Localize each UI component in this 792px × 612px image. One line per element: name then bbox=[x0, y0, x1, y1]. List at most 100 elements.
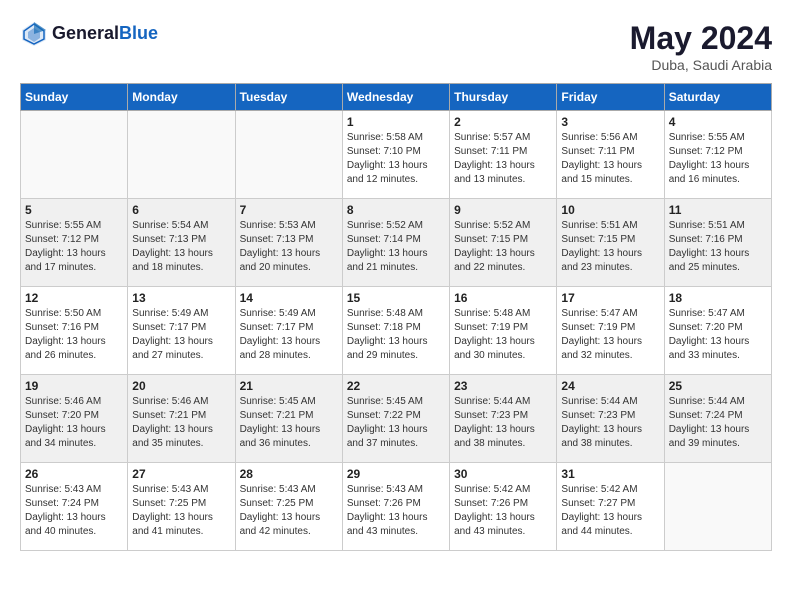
calendar-cell: 19Sunrise: 5:46 AM Sunset: 7:20 PM Dayli… bbox=[21, 375, 128, 463]
cell-info: Sunrise: 5:55 AM Sunset: 7:12 PM Dayligh… bbox=[25, 219, 123, 275]
calendar-cell: 26 Sunrise: 5:43 AM Sunset: 7:24 PM Dayli… bbox=[21, 463, 128, 551]
calendar-cell: 18 Sunrise: 5:47 AM Sunset: 7:20 PM Dayli… bbox=[664, 287, 771, 375]
cell-info: Sunrise: 5:56 AM Sunset: 7:11 PM Dayligh… bbox=[561, 131, 659, 187]
calendar-cell bbox=[664, 463, 771, 551]
calendar-cell: 20 Sunrise: 5:46 AM Sunset: 7:21 PM Dayli… bbox=[128, 375, 235, 463]
calendar-cell: 4Sunrise: 5:55 AM Sunset: 7:12 PM Daylig… bbox=[664, 111, 771, 199]
cell-info: Sunrise: 5:48 AM Sunset: 7:18 PM Dayligh… bbox=[347, 307, 445, 363]
calendar-week-1: 1 Sunrise: 5:58 AM Sunset: 7:10 PM Daylig… bbox=[21, 111, 772, 199]
header-row: Sunday Monday Tuesday Wednesday Thursday… bbox=[21, 84, 772, 111]
day-number: 2 bbox=[454, 115, 552, 129]
cell-info: Sunrise: 5:43 AM Sunset: 7:24 PM Dayligh… bbox=[25, 483, 123, 539]
logo-text: GeneralBlue bbox=[52, 24, 158, 44]
day-number: 16 bbox=[454, 291, 552, 305]
cell-info: Sunrise: 5:44 AM Sunset: 7:23 PM Dayligh… bbox=[561, 395, 659, 451]
cell-info: Sunrise: 5:47 AM Sunset: 7:20 PM Dayligh… bbox=[669, 307, 767, 363]
logo-general-text: GeneralBlue bbox=[52, 24, 158, 44]
calendar-week-3: 12 Sunrise: 5:50 AM Sunset: 7:16 PM Dayli… bbox=[21, 287, 772, 375]
calendar-cell: 13 Sunrise: 5:49 AM Sunset: 7:17 PM Dayli… bbox=[128, 287, 235, 375]
calendar-cell: 17 Sunrise: 5:47 AM Sunset: 7:19 PM Dayli… bbox=[557, 287, 664, 375]
day-number: 7 bbox=[240, 203, 338, 217]
cell-info: Sunrise: 5:55 AM Sunset: 7:12 PM Dayligh… bbox=[669, 131, 767, 187]
calendar-cell: 24Sunrise: 5:44 AM Sunset: 7:23 PM Dayli… bbox=[557, 375, 664, 463]
calendar-cell bbox=[21, 111, 128, 199]
day-number: 13 bbox=[132, 291, 230, 305]
cell-info: Sunrise: 5:43 AM Sunset: 7:25 PM Dayligh… bbox=[132, 483, 230, 539]
location: Duba, Saudi Arabia bbox=[630, 57, 772, 73]
day-number: 21 bbox=[240, 379, 338, 393]
day-number: 25 bbox=[669, 379, 767, 393]
calendar-cell: 11Sunrise: 5:51 AM Sunset: 7:16 PM Dayli… bbox=[664, 199, 771, 287]
calendar-cell: 28 Sunrise: 5:43 AM Sunset: 7:25 PM Dayli… bbox=[235, 463, 342, 551]
calendar-cell: 15 Sunrise: 5:48 AM Sunset: 7:18 PM Dayli… bbox=[342, 287, 449, 375]
cell-info: Sunrise: 5:49 AM Sunset: 7:17 PM Dayligh… bbox=[132, 307, 230, 363]
cell-info: Sunrise: 5:57 AM Sunset: 7:11 PM Dayligh… bbox=[454, 131, 552, 187]
cell-info: Sunrise: 5:46 AM Sunset: 7:21 PM Dayligh… bbox=[132, 395, 230, 451]
calendar-cell: 3 Sunrise: 5:56 AM Sunset: 7:11 PM Daylig… bbox=[557, 111, 664, 199]
cell-info: Sunrise: 5:51 AM Sunset: 7:15 PM Dayligh… bbox=[561, 219, 659, 275]
calendar-cell bbox=[235, 111, 342, 199]
col-saturday: Saturday bbox=[664, 84, 771, 111]
calendar-cell: 1 Sunrise: 5:58 AM Sunset: 7:10 PM Daylig… bbox=[342, 111, 449, 199]
title-area: May 2024 Duba, Saudi Arabia bbox=[630, 20, 772, 73]
cell-info: Sunrise: 5:45 AM Sunset: 7:22 PM Dayligh… bbox=[347, 395, 445, 451]
logo-icon bbox=[20, 20, 48, 48]
day-number: 5 bbox=[25, 203, 123, 217]
cell-info: Sunrise: 5:52 AM Sunset: 7:14 PM Dayligh… bbox=[347, 219, 445, 275]
cell-info: Sunrise: 5:45 AM Sunset: 7:21 PM Dayligh… bbox=[240, 395, 338, 451]
cell-info: Sunrise: 5:43 AM Sunset: 7:25 PM Dayligh… bbox=[240, 483, 338, 539]
cell-info: Sunrise: 5:47 AM Sunset: 7:19 PM Dayligh… bbox=[561, 307, 659, 363]
calendar-cell: 29 Sunrise: 5:43 AM Sunset: 7:26 PM Dayli… bbox=[342, 463, 449, 551]
calendar-cell: 9Sunrise: 5:52 AM Sunset: 7:15 PM Daylig… bbox=[450, 199, 557, 287]
calendar-cell: 12 Sunrise: 5:50 AM Sunset: 7:16 PM Dayli… bbox=[21, 287, 128, 375]
calendar-cell: 7 Sunrise: 5:53 AM Sunset: 7:13 PM Daylig… bbox=[235, 199, 342, 287]
col-friday: Friday bbox=[557, 84, 664, 111]
day-number: 23 bbox=[454, 379, 552, 393]
page-header: GeneralBlue May 2024 Duba, Saudi Arabia bbox=[20, 20, 772, 73]
cell-info: Sunrise: 5:44 AM Sunset: 7:24 PM Dayligh… bbox=[669, 395, 767, 451]
day-number: 8 bbox=[347, 203, 445, 217]
cell-info: Sunrise: 5:54 AM Sunset: 7:13 PM Dayligh… bbox=[132, 219, 230, 275]
day-number: 14 bbox=[240, 291, 338, 305]
calendar-cell: 8 Sunrise: 5:52 AM Sunset: 7:14 PM Daylig… bbox=[342, 199, 449, 287]
day-number: 9 bbox=[454, 203, 552, 217]
cell-info: Sunrise: 5:49 AM Sunset: 7:17 PM Dayligh… bbox=[240, 307, 338, 363]
day-number: 22 bbox=[347, 379, 445, 393]
calendar-week-2: 5 Sunrise: 5:55 AM Sunset: 7:12 PM Daylig… bbox=[21, 199, 772, 287]
calendar-cell: 10Sunrise: 5:51 AM Sunset: 7:15 PM Dayli… bbox=[557, 199, 664, 287]
cell-info: Sunrise: 5:58 AM Sunset: 7:10 PM Dayligh… bbox=[347, 131, 445, 187]
day-number: 19 bbox=[25, 379, 123, 393]
month-year: May 2024 bbox=[630, 20, 772, 57]
day-number: 1 bbox=[347, 115, 445, 129]
calendar-week-5: 26 Sunrise: 5:43 AM Sunset: 7:24 PM Dayli… bbox=[21, 463, 772, 551]
col-monday: Monday bbox=[128, 84, 235, 111]
col-wednesday: Wednesday bbox=[342, 84, 449, 111]
day-number: 11 bbox=[669, 203, 767, 217]
day-number: 27 bbox=[132, 467, 230, 481]
calendar-cell: 22 Sunrise: 5:45 AM Sunset: 7:22 PM Dayli… bbox=[342, 375, 449, 463]
cell-info: Sunrise: 5:53 AM Sunset: 7:13 PM Dayligh… bbox=[240, 219, 338, 275]
calendar-cell: 16 Sunrise: 5:48 AM Sunset: 7:19 PM Dayli… bbox=[450, 287, 557, 375]
calendar-cell: 5 Sunrise: 5:55 AM Sunset: 7:12 PM Daylig… bbox=[21, 199, 128, 287]
day-number: 18 bbox=[669, 291, 767, 305]
day-number: 15 bbox=[347, 291, 445, 305]
day-number: 29 bbox=[347, 467, 445, 481]
cell-info: Sunrise: 5:44 AM Sunset: 7:23 PM Dayligh… bbox=[454, 395, 552, 451]
calendar-cell: 21 Sunrise: 5:45 AM Sunset: 7:21 PM Dayli… bbox=[235, 375, 342, 463]
calendar-table: Sunday Monday Tuesday Wednesday Thursday… bbox=[20, 83, 772, 551]
day-number: 12 bbox=[25, 291, 123, 305]
cell-info: Sunrise: 5:42 AM Sunset: 7:26 PM Dayligh… bbox=[454, 483, 552, 539]
calendar-cell bbox=[128, 111, 235, 199]
day-number: 3 bbox=[561, 115, 659, 129]
calendar-cell: 2 Sunrise: 5:57 AM Sunset: 7:11 PM Daylig… bbox=[450, 111, 557, 199]
day-number: 28 bbox=[240, 467, 338, 481]
day-number: 17 bbox=[561, 291, 659, 305]
day-number: 20 bbox=[132, 379, 230, 393]
day-number: 26 bbox=[25, 467, 123, 481]
cell-info: Sunrise: 5:48 AM Sunset: 7:19 PM Dayligh… bbox=[454, 307, 552, 363]
cell-info: Sunrise: 5:50 AM Sunset: 7:16 PM Dayligh… bbox=[25, 307, 123, 363]
cell-info: Sunrise: 5:43 AM Sunset: 7:26 PM Dayligh… bbox=[347, 483, 445, 539]
calendar-week-4: 19Sunrise: 5:46 AM Sunset: 7:20 PM Dayli… bbox=[21, 375, 772, 463]
day-number: 6 bbox=[132, 203, 230, 217]
calendar-cell: 6 Sunrise: 5:54 AM Sunset: 7:13 PM Daylig… bbox=[128, 199, 235, 287]
